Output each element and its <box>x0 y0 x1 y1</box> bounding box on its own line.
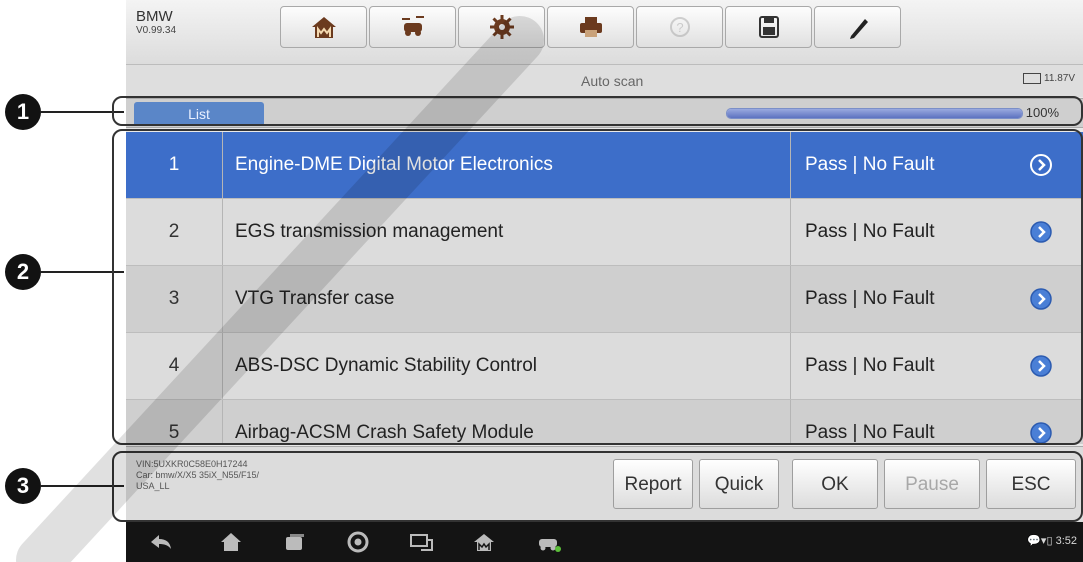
software-version: V0.99.34 <box>136 25 177 36</box>
battery-indicator: 11.87V <box>1023 73 1075 84</box>
status-bar: Auto scan 11.87V <box>126 65 1083 97</box>
save-button[interactable] <box>725 6 812 48</box>
vehicle-menu-icon[interactable] <box>536 530 562 554</box>
battery-voltage: 11.87V <box>1044 73 1075 84</box>
battery-icon <box>1023 73 1042 84</box>
top-toolbar: BMW V0.99.34 ? <box>126 0 1083 65</box>
vehicle-brand: BMW V0.99.34 <box>136 8 176 36</box>
vehicle-swap-button[interactable] <box>369 6 456 48</box>
svg-text:?: ? <box>676 20 683 35</box>
save-icon <box>758 16 779 38</box>
pen-button[interactable] <box>814 6 901 48</box>
home-icon[interactable] <box>218 530 244 554</box>
clock-time: 3:52 <box>1055 535 1077 547</box>
recent-apps-icon[interactable] <box>282 530 308 554</box>
settings-icon <box>489 15 514 39</box>
home-icon <box>311 17 336 38</box>
system-clock: 💬▾▯ 3:52 <box>1027 534 1077 547</box>
back-icon[interactable] <box>148 530 174 554</box>
print-button[interactable] <box>547 6 634 48</box>
settings-button[interactable] <box>458 6 545 48</box>
callout-2-bracket <box>112 129 1083 445</box>
callout-3: 3 <box>5 468 41 504</box>
autel-home-icon[interactable] <box>471 530 497 554</box>
callout-1-bracket <box>112 96 1083 126</box>
callout-1: 1 <box>5 94 41 130</box>
wifi-icon: 💬▾▯ <box>1027 535 1053 547</box>
callout-2: 2 <box>5 254 41 290</box>
chrome-icon[interactable] <box>345 530 371 554</box>
help-icon: ? <box>669 17 690 37</box>
print-icon <box>579 17 602 37</box>
screen-title: Auto scan <box>581 73 644 89</box>
vehicle-make: BMW <box>136 8 173 25</box>
vehicle-swap-icon <box>401 16 424 36</box>
home-button[interactable] <box>280 6 367 48</box>
pen-icon <box>849 19 868 39</box>
toolbar-buttons: ? <box>280 6 903 48</box>
vci-connect-icon[interactable] <box>408 530 434 554</box>
help-button[interactable]: ? <box>636 6 723 48</box>
system-nav-bar: 💬▾▯ 3:52 <box>126 522 1083 562</box>
callout-3-bracket <box>112 451 1083 522</box>
